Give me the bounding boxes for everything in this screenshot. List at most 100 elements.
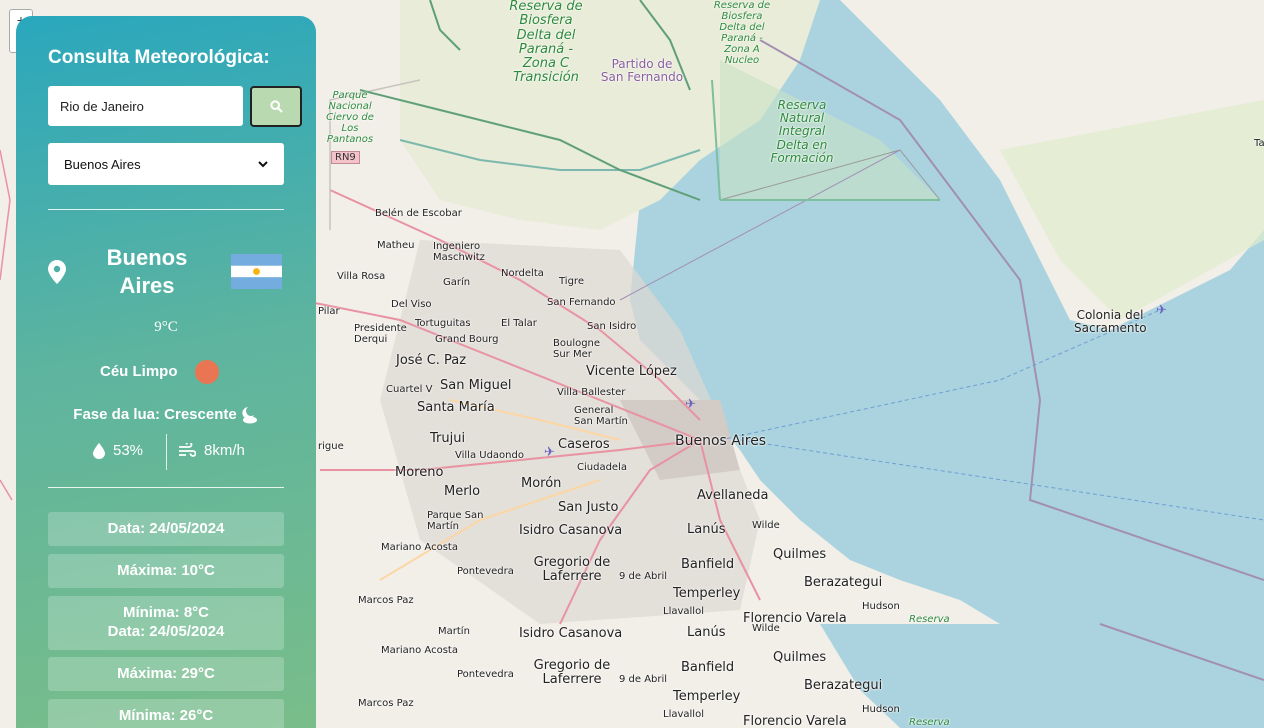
temperature: 9°C — [154, 319, 178, 335]
map-label-city: Avellaneda — [697, 488, 769, 503]
map-label-city: Isidro Casanova — [519, 523, 623, 538]
map-label-city: Pontevedra — [457, 669, 514, 680]
map-label-city: Garín — [443, 277, 471, 288]
divider — [48, 209, 284, 210]
weather-stats: 53% 8km/h — [16, 434, 316, 470]
map-label-city: Grand Bourg — [435, 334, 499, 345]
map-label-city: Pontevedra — [457, 566, 514, 577]
map-label-city: Tigre — [559, 276, 584, 287]
moon-cloud-icon — [242, 407, 257, 424]
forecast-max: Máxima: 10°C — [48, 554, 284, 588]
map-label-city: Buenos Aires — [675, 433, 767, 449]
wind-value: 8km/h — [204, 442, 245, 459]
map-label-city: 9 de Abril — [619, 571, 668, 582]
map-label-city: Villa Ballester — [557, 387, 626, 398]
map-label-city: Presidente Derqui — [354, 323, 407, 345]
map-label-city: Isidro Casanova — [519, 626, 623, 641]
map-label-city: Temperley — [673, 586, 741, 601]
map-label-city: San Justo — [558, 500, 619, 515]
map-label-parque: Parque Nacional Ciervo de Los Pantanos — [326, 90, 374, 145]
map-label-city: Pilar — [318, 306, 340, 317]
divider — [48, 487, 284, 488]
map-label-city: Merlo — [444, 484, 481, 499]
map-label-city: Belén de Escobar — [375, 208, 462, 219]
map-label-city: Wilde — [752, 623, 780, 634]
forecast-min: Mínima: 26°C — [48, 699, 284, 728]
map-label-city: Ta — [1254, 138, 1264, 149]
search-input[interactable] — [48, 86, 243, 126]
map-label-city: Berazategui — [804, 575, 883, 590]
map-label-city: Villa Rosa — [337, 271, 386, 282]
search-button[interactable] — [250, 86, 302, 127]
map-label-city: Vicente López — [586, 364, 677, 379]
map-label-city: Del Viso — [391, 299, 432, 310]
map-label-city: Ingeniero Maschwitz — [433, 241, 485, 263]
map-label-city: Colonia del Sacramento — [1074, 308, 1147, 336]
map-label-city: 9 de Abril — [619, 674, 668, 685]
map-label-city: Quilmes — [773, 547, 827, 562]
map-label-reserva-biosfera: Reserva de Biosfera Delta del Paraná - Z… — [509, 0, 583, 86]
stats-divider — [166, 434, 167, 470]
map-label-city: Matheu — [377, 240, 415, 251]
forecast-max: Máxima: 29°C — [48, 657, 284, 691]
map-label-city: Mariano Acosta — [381, 542, 458, 553]
map-label-city: Villa Udaondo — [455, 450, 524, 461]
map-label-city: Quilmes — [773, 650, 827, 665]
wind-icon — [179, 442, 196, 457]
map-label-city: Llavallol — [663, 606, 704, 617]
location-pin-icon — [48, 260, 66, 284]
clear-sky-icon — [195, 360, 219, 384]
map-label-reserva-nucleo: Reserva de Biosfera Delta del Paraná - Z… — [713, 0, 771, 66]
map-label-city: San Miguel — [440, 378, 512, 393]
map-label-city: Boulogne Sur Mer — [553, 338, 601, 360]
argentina-flag-icon — [231, 254, 282, 289]
map-label-city: Lanús — [687, 522, 726, 537]
panel-title: Consulta Meteorológica: — [48, 47, 270, 68]
airport-icon: ✈ — [544, 444, 555, 459]
map-label-city: Temperley — [673, 689, 741, 704]
city-select[interactable]: Buenos Aires — [48, 143, 284, 185]
airport-icon: ✈ — [1156, 302, 1167, 317]
map-label-city: Martín — [438, 626, 470, 637]
map-label-city: Parque San Martín — [427, 510, 484, 532]
map-label-city: Caseros — [558, 437, 610, 452]
map-label-reserva-natural: Reserva Natural Integral Delta en Formac… — [770, 98, 834, 165]
city-name: Buenos Aires — [106, 245, 188, 298]
map-label-city: El Talar — [501, 318, 537, 329]
map-label-city: General San Martín — [574, 405, 628, 427]
chevron-down-icon — [258, 160, 268, 167]
map-label-city: Banfield — [681, 660, 735, 675]
map-label-city: Nordelta — [501, 268, 544, 279]
map-label-city: Berazategui — [804, 678, 883, 693]
map-label-city: Hudson — [862, 601, 900, 612]
forecast-date: Data: 24/05/2024 — [48, 512, 284, 546]
map-label-city: Trujui — [430, 431, 466, 446]
map-label-city: Morón — [521, 476, 562, 491]
map-label-city: rigue — [318, 441, 344, 452]
city-select-value: Buenos Aires — [64, 156, 141, 172]
map-label-city: Tortuguitas — [415, 318, 471, 329]
map-label-reserva: Reserva — [909, 717, 950, 728]
map-label-city: San Fernando — [547, 297, 616, 308]
map-label-reserva: Reserva — [909, 614, 950, 625]
weather-description: Céu Limpo — [100, 363, 178, 380]
map-label-city: Marcos Paz — [358, 698, 414, 709]
moon-phase-label: Fase da lua: Crescente — [73, 406, 237, 423]
search-icon — [269, 100, 283, 113]
forecast-date: Data: 24/05/2024 — [107, 623, 225, 640]
map-label-city: Llavallol — [663, 709, 704, 720]
map-label-city: Gregorio de Laferrere — [533, 658, 611, 688]
map-label-city: Wilde — [752, 520, 780, 531]
map-label-city: Lanús — [687, 625, 726, 640]
map-label-city: Ciudadela — [577, 462, 627, 473]
map-label-city: Gregorio de Laferrere — [533, 555, 611, 585]
map-label-city: Cuartel V — [386, 384, 433, 395]
airport-icon: ✈ — [685, 396, 696, 411]
map-label-city: Mariano Acosta — [381, 645, 458, 656]
map-label-city: Banfield — [681, 557, 735, 572]
map-label-city: Florencio Varela — [743, 714, 847, 728]
map-label-city: Santa María — [417, 400, 495, 415]
water-drop-icon — [93, 442, 105, 459]
moon-phase: Fase da lua: Crescente — [16, 406, 316, 424]
map-label-city: Moreno — [395, 465, 444, 480]
